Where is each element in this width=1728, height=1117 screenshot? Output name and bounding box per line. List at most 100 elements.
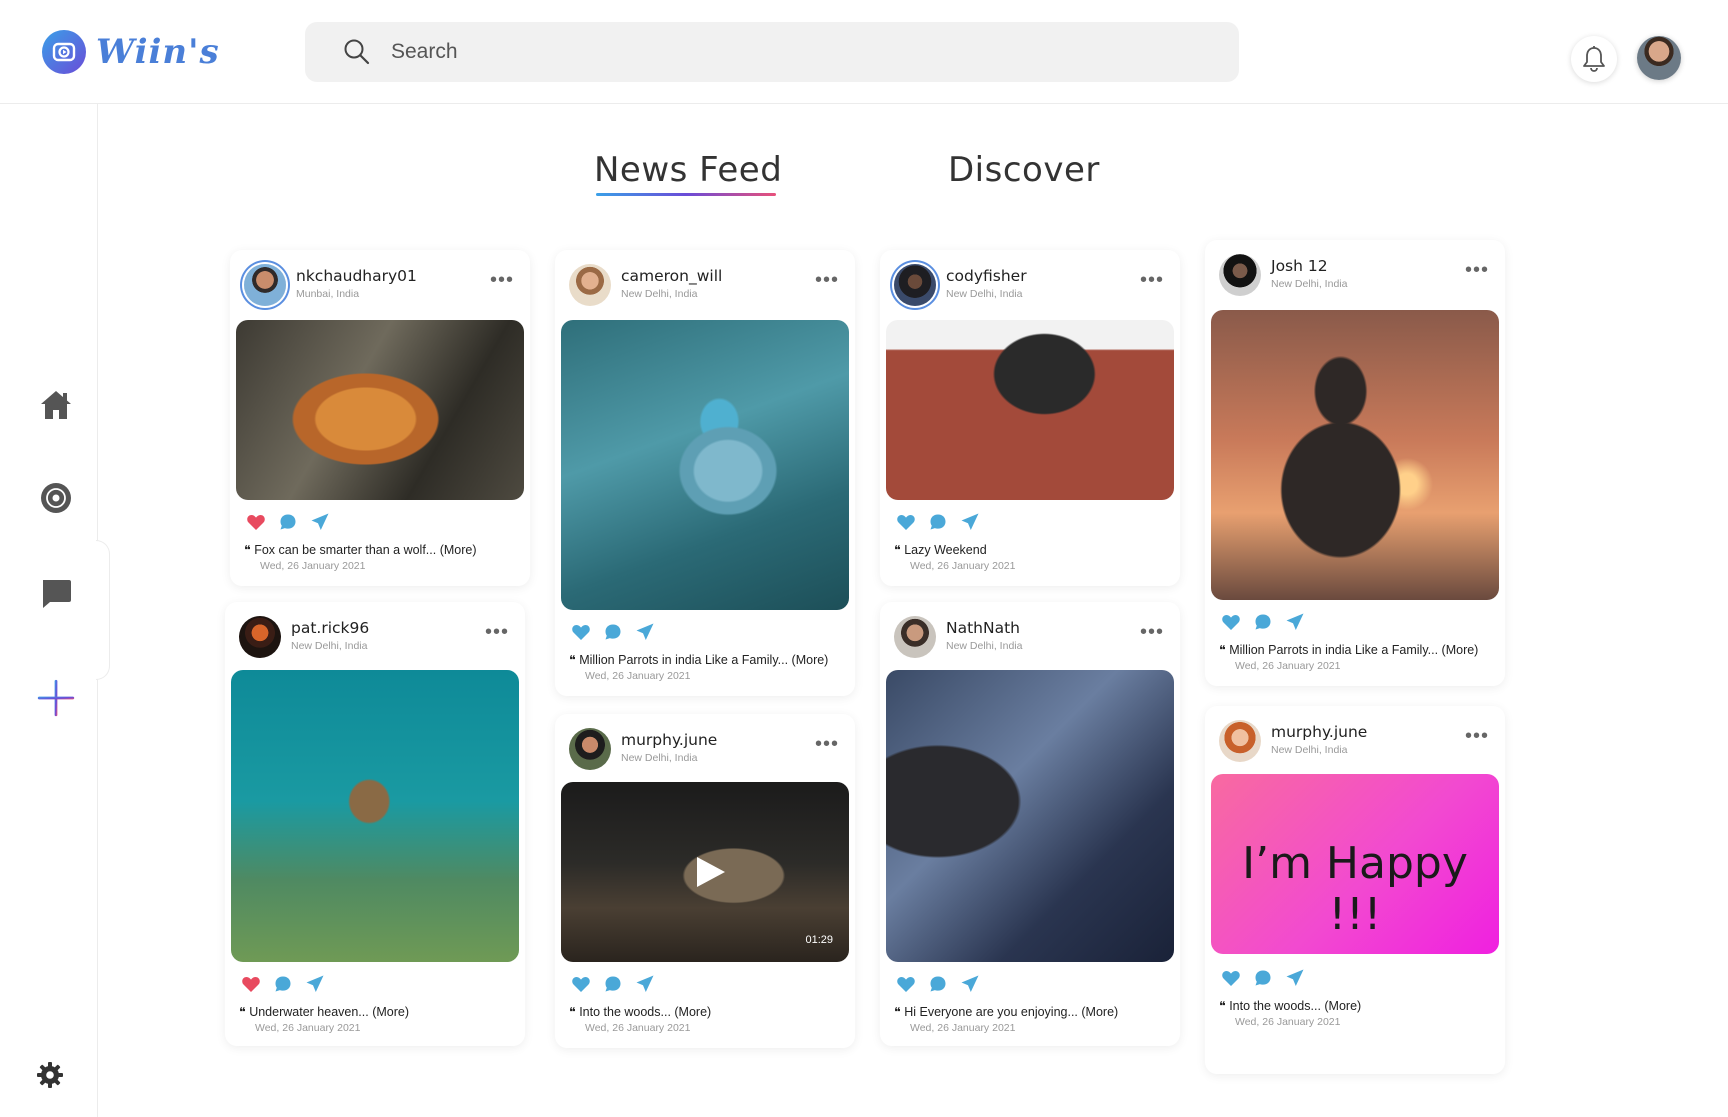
more-options-icon[interactable]: ••• [488,270,516,290]
sidebar-item-create[interactable] [36,678,76,718]
sidebar-item-messages[interactable] [36,574,76,614]
post-caption[interactable]: ❝ Million Parrots in india Like a Family… [1219,642,1478,657]
post-caption[interactable]: ❝ Underwater heaven... (More) [239,1004,409,1019]
heart-icon[interactable] [571,974,591,994]
avatar[interactable] [569,264,611,306]
post-image[interactable] [231,670,519,962]
post-username[interactable]: murphy.june [1271,723,1367,741]
tab-discover[interactable]: Discover [948,150,1100,190]
post-caption[interactable]: ❝ Fox can be smarter than a wolf... (Mor… [244,542,477,557]
post-username[interactable]: cameron_will [621,267,722,285]
post-username[interactable]: murphy.june [621,731,717,749]
post-username[interactable]: Josh 12 [1271,257,1328,275]
post-location: Munbai, India [296,288,360,300]
post-date: Wed, 26 January 2021 [585,1022,691,1034]
app-logo[interactable]: Wiin's [42,30,220,74]
avatar[interactable] [569,728,611,770]
heart-icon[interactable] [241,974,261,994]
post-header: nkchaudhary01 Munbai, India ••• [230,250,530,320]
avatar[interactable] [1219,720,1261,762]
post-image[interactable] [886,320,1174,500]
post-username[interactable]: codyfisher [946,267,1027,285]
post-image[interactable] [1211,310,1499,600]
share-icon[interactable] [1285,612,1305,632]
heart-icon[interactable] [571,622,591,642]
more-options-icon[interactable]: ••• [1138,622,1166,642]
share-icon[interactable] [635,974,655,994]
share-icon[interactable] [1285,968,1305,988]
post-username[interactable]: pat.rick96 [291,619,369,637]
post-image[interactable] [886,670,1174,962]
tab-news-feed[interactable]: News Feed [594,150,782,190]
heart-icon[interactable] [246,512,266,532]
share-icon[interactable] [960,512,980,532]
more-options-icon[interactable]: ••• [1463,260,1491,280]
user-avatar[interactable] [1637,36,1681,80]
post-header: pat.rick96 New Delhi, India ••• [225,602,525,672]
post-image[interactable] [236,320,524,500]
post-card: cameron_will New Delhi, India ••• ❝ Mill… [555,250,855,696]
comment-icon[interactable] [273,974,293,994]
share-icon[interactable] [310,512,330,532]
comment-icon[interactable] [928,974,948,994]
comment-icon[interactable] [603,974,623,994]
post-card: murphy.june New Delhi, India ••• 01:29 ❝… [555,714,855,1048]
home-icon [41,391,71,419]
post-caption[interactable]: ❝ Into the woods... (More) [1219,998,1361,1013]
feed-tabs: News Feed Discover [594,150,1154,200]
post-username[interactable]: nkchaudhary01 [296,267,417,285]
post-caption[interactable]: ❝ Million Parrots in india Like a Family… [569,652,828,667]
search-bar[interactable] [305,22,1239,82]
post-location: New Delhi, India [621,752,698,764]
post-date: Wed, 26 January 2021 [260,560,366,572]
chat-icon [43,580,71,608]
post-header: NathNath New Delhi, India ••• [880,602,1180,672]
heart-icon[interactable] [1221,968,1241,988]
post-card: pat.rick96 New Delhi, India ••• ❝ Underw… [225,602,525,1046]
video-player[interactable]: 01:29 [561,782,849,962]
more-options-icon[interactable]: ••• [1463,726,1491,746]
heart-icon[interactable] [896,512,916,532]
post-caption[interactable]: ❝ Lazy Weekend [894,542,987,557]
sidebar-item-discover[interactable] [36,478,76,518]
share-icon[interactable] [635,622,655,642]
comment-icon[interactable] [1253,968,1273,988]
text-post[interactable]: I’m Happy !!! [1211,774,1499,954]
post-image[interactable] [561,320,849,610]
post-card: Josh 12 New Delhi, India ••• ❝ Million P… [1205,240,1505,686]
sidebar-tab [96,540,110,680]
sidebar-item-settings[interactable] [30,1055,70,1095]
disc-icon [41,483,71,513]
notifications-button[interactable] [1571,36,1617,82]
post-actions [1221,612,1305,632]
more-options-icon[interactable]: ••• [813,734,841,754]
more-options-icon[interactable]: ••• [1138,270,1166,290]
comment-icon[interactable] [1253,612,1273,632]
avatar[interactable] [894,616,936,658]
share-icon[interactable] [960,974,980,994]
avatar[interactable] [244,264,286,306]
active-tab-indicator [596,193,776,196]
post-location: New Delhi, India [946,640,1023,652]
heart-icon[interactable] [896,974,916,994]
post-caption[interactable]: ❝ Hi Everyone are you enjoying... (More) [894,1004,1118,1019]
heart-icon[interactable] [1221,612,1241,632]
share-icon[interactable] [305,974,325,994]
comment-icon[interactable] [278,512,298,532]
more-options-icon[interactable]: ••• [813,270,841,290]
comment-icon[interactable] [928,512,948,532]
bell-icon [1583,46,1605,72]
avatar[interactable] [1219,254,1261,296]
search-input[interactable] [391,40,1191,64]
more-options-icon[interactable]: ••• [483,622,511,642]
post-date: Wed, 26 January 2021 [1235,1016,1341,1028]
avatar[interactable] [239,616,281,658]
comment-icon[interactable] [603,622,623,642]
sidebar-item-home[interactable] [36,385,76,425]
post-username[interactable]: NathNath [946,619,1020,637]
play-icon[interactable] [693,855,727,889]
logo-icon [42,30,86,74]
post-caption[interactable]: ❝ Into the woods... (More) [569,1004,711,1019]
post-date: Wed, 26 January 2021 [910,1022,1016,1034]
avatar[interactable] [894,264,936,306]
